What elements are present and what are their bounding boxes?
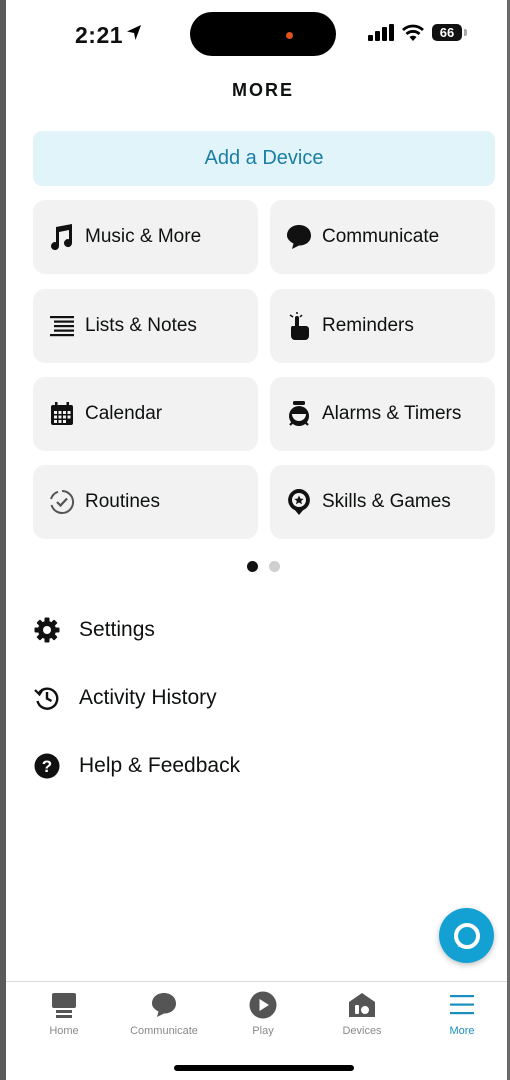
skills-badge-icon — [285, 488, 313, 516]
battery-tip — [464, 29, 467, 36]
recording-indicator — [286, 32, 293, 39]
home-indicator[interactable] — [174, 1065, 354, 1071]
tile-lists-notes[interactable]: Lists & Notes — [33, 289, 258, 363]
tile-skills-games[interactable]: Skills & Games — [270, 465, 495, 539]
menu-label: Settings — [79, 618, 155, 641]
devices-icon — [347, 990, 377, 1020]
play-icon — [248, 990, 278, 1020]
chat-bubble-icon — [285, 223, 313, 251]
alarm-clock-icon — [285, 400, 313, 428]
page-dot-active[interactable] — [247, 561, 258, 572]
bottom-tab-bar: Home Communicate Play Devices More — [6, 981, 507, 1052]
alexa-voice-button[interactable] — [439, 908, 494, 963]
battery-indicator: 66 — [432, 24, 462, 41]
chat-bubble-icon — [149, 990, 179, 1020]
tab-label: More — [449, 1025, 475, 1037]
history-icon — [30, 681, 64, 715]
help-icon: ? — [30, 749, 64, 783]
tile-label: Communicate — [322, 226, 440, 247]
alexa-ring-icon — [453, 922, 480, 949]
tile-label: Reminders — [322, 315, 414, 336]
tab-label: Communicate — [130, 1025, 198, 1037]
tile-music-more[interactable]: Music & More — [33, 200, 258, 274]
tab-label: Devices — [342, 1025, 382, 1037]
tab-label: Play — [252, 1025, 274, 1037]
activity-history-menu-item[interactable]: Activity History — [30, 678, 217, 718]
device-frame-edge — [0, 0, 6, 1080]
dynamic-island — [190, 12, 336, 56]
routines-icon — [48, 488, 76, 516]
tile-label: Alarms & Timers — [322, 403, 462, 424]
tile-label: Music & More — [85, 226, 202, 247]
menu-label: Activity History — [79, 686, 217, 709]
tab-label: Home — [49, 1025, 79, 1037]
tile-calendar[interactable]: Calendar — [33, 377, 258, 451]
tile-reminders[interactable]: Reminders — [270, 289, 495, 363]
tab-more[interactable]: More — [422, 982, 502, 1052]
tab-home[interactable]: Home — [24, 982, 104, 1052]
menu-label: Help & Feedback — [79, 754, 241, 777]
wifi-icon — [402, 24, 424, 41]
tab-devices[interactable]: Devices — [322, 982, 402, 1052]
cellular-signal-icon — [368, 24, 394, 41]
add-device-button[interactable]: Add a Device — [33, 131, 495, 186]
gear-icon — [30, 613, 64, 647]
help-feedback-menu-item[interactable]: ? Help & Feedback — [30, 746, 240, 786]
home-icon — [49, 990, 79, 1020]
tile-label: Routines — [85, 491, 160, 512]
menu-lines-icon — [447, 990, 477, 1020]
tile-alarms-timers[interactable]: Alarms & Timers — [270, 377, 495, 451]
tile-label: Skills & Games — [322, 491, 451, 512]
status-time: 2:21 — [75, 22, 124, 48]
tile-communicate[interactable]: Communicate — [270, 200, 495, 274]
tab-communicate[interactable]: Communicate — [124, 982, 204, 1052]
location-arrow-icon — [127, 25, 141, 40]
tile-routines[interactable]: Routines — [33, 465, 258, 539]
tile-label: Lists & Notes — [85, 315, 197, 336]
page-title: MORE — [232, 80, 294, 100]
list-icon — [48, 312, 76, 340]
settings-menu-item[interactable]: Settings — [30, 610, 155, 650]
music-note-icon — [48, 223, 76, 251]
status-bar: 2:21 66 — [0, 0, 510, 70]
page-dot[interactable] — [269, 561, 280, 572]
calendar-icon — [48, 400, 76, 428]
svg-text:?: ? — [42, 757, 52, 776]
reminder-hand-icon — [285, 312, 313, 340]
tab-play[interactable]: Play — [223, 982, 303, 1052]
tile-label: Calendar — [85, 403, 163, 424]
